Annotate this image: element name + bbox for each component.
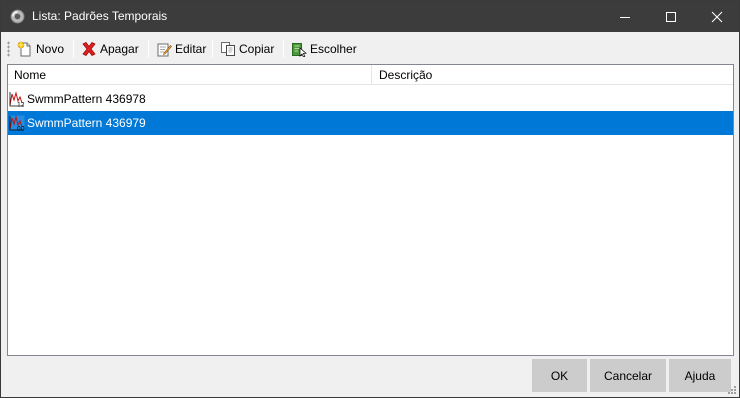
choose-icon [292,43,307,57]
edit-button[interactable]: Editar [154,38,208,60]
copy-button[interactable]: Copiar [218,38,276,60]
pattern-icon: 00 [9,115,25,131]
delete-x-icon [82,42,96,56]
resize-grip-icon[interactable] [727,385,737,395]
column-header-description[interactable]: Descrição [372,65,733,85]
new-button-label: Novo [36,42,65,56]
new-button[interactable]: Novo [15,38,66,60]
list-item-name: SwmmPattern 436978 [27,92,146,106]
help-button[interactable]: Ajuda [669,359,731,392]
app-icon [10,9,25,24]
new-document-icon [17,41,31,57]
cancel-button[interactable]: Cancelar [590,359,666,392]
minimize-icon [620,16,630,18]
copy-button-label: Copiar [239,42,275,56]
close-button[interactable] [694,1,740,32]
toolbar-separator [73,40,74,58]
list-item-name: SwmmPattern 436979 [27,116,146,130]
close-icon [711,11,723,22]
delete-button[interactable]: Apagar [79,38,141,60]
edit-button-label: Editar [175,42,207,56]
ok-button[interactable]: OK [532,359,587,392]
window-title: Lista: Padrões Temporais [32,9,168,23]
copy-icon [221,42,235,56]
choose-button-label: Escolher [310,42,357,56]
svg-text:12: 12 [17,102,25,108]
pattern-icon: 12 [9,91,25,107]
choose-button[interactable]: Escolher [289,38,359,60]
list-item-selected[interactable]: 00 SwmmPattern 436979 [8,111,733,135]
list-header: Nome Descrição [8,65,733,85]
maximize-button[interactable] [648,1,694,32]
pattern-list[interactable]: Nome Descrição 12 SwmmPattern 436978 00 … [7,64,734,356]
toolbar: Novo Apagar Editar Copiar Escolher [1,32,739,64]
maximize-icon [666,11,676,22]
minimize-button[interactable] [602,1,648,32]
column-header-name[interactable]: Nome [8,65,372,85]
delete-button-label: Apagar [100,42,139,56]
list-item[interactable]: 12 SwmmPattern 436978 [8,87,733,111]
svg-text:00: 00 [17,126,25,132]
title-bar[interactable]: Lista: Padrões Temporais [1,1,739,32]
toolbar-separator [283,40,284,58]
edit-pencil-icon [157,43,172,57]
toolbar-separator [148,40,149,58]
toolbar-grip[interactable] [7,41,10,57]
toolbar-separator [212,40,213,58]
dialog-window: Lista: Padrões Temporais Novo Apagar Edi… [0,0,740,398]
